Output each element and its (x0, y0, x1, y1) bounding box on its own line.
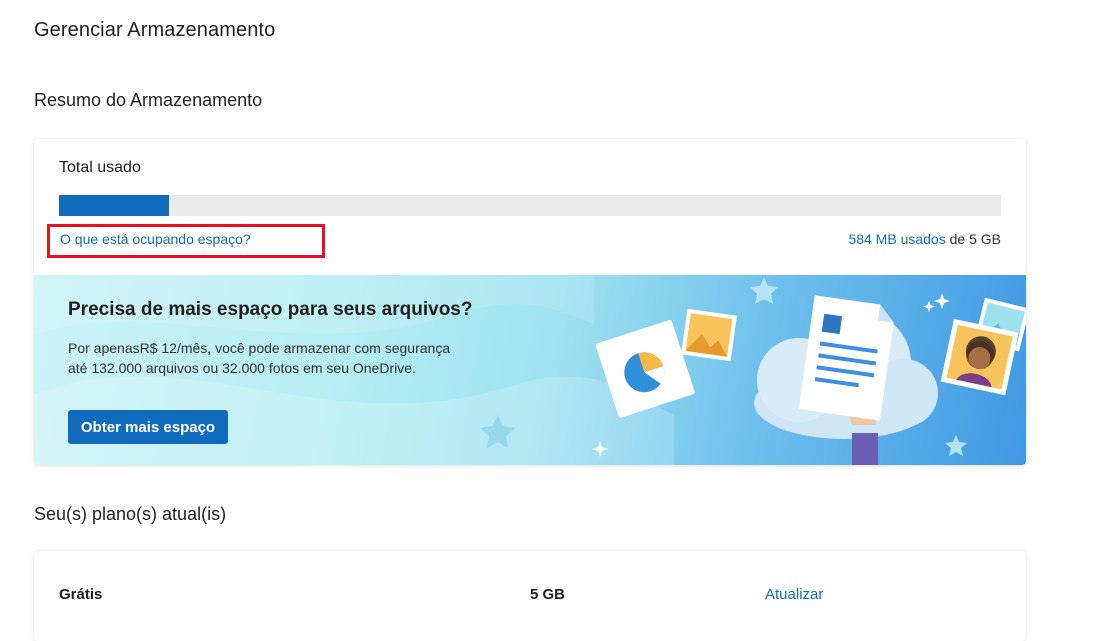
total-capacity-text: de 5 GB (945, 231, 1001, 247)
promo-description: Por apenasR$ 12/mês, você pode armazenar… (68, 340, 451, 376)
sparkle-icon (923, 301, 935, 312)
page-title: Gerenciar Armazenamento (34, 19, 276, 41)
storage-progress-fill (59, 195, 170, 216)
promo-heading: Precisa de mais espaço para seus arquivo… (68, 299, 473, 320)
used-amount-link[interactable]: 584 MB usados (848, 231, 945, 247)
storage-progress-bar (59, 195, 1001, 216)
photo-icon (681, 308, 737, 362)
avatar-photo-icon (940, 297, 1026, 396)
plan-storage-size: 5 GB (530, 586, 566, 603)
what-is-using-space-link[interactable]: O que está ocupando espaço? (60, 231, 251, 247)
get-more-space-button[interactable]: Obter mais espaço (68, 410, 228, 444)
storage-usage-text: 584 MB usados de 5 GB (848, 231, 1001, 247)
total-used-label: Total usado (59, 159, 141, 176)
document-icon (798, 295, 894, 421)
current-plans-heading: Seu(s) plano(s) atual(is) (34, 504, 227, 524)
storage-summary-card: Total usado O que está ocupando espaço? … (34, 139, 1026, 465)
promo-illustration (595, 277, 1026, 465)
upgrade-link[interactable]: Atualizar (765, 586, 823, 603)
sparkle-icon (934, 293, 950, 309)
storage-summary-heading: Resumo do Armazenamento (34, 90, 263, 110)
current-plans-card: Grátis 5 GB Atualizar (34, 551, 1026, 641)
plan-name: Grátis (59, 586, 103, 603)
star-icon (945, 435, 967, 456)
pie-chart-icon (595, 319, 695, 418)
star-icon (750, 277, 778, 304)
upgrade-promo-banner: Precisa de mais espaço para seus arquivo… (34, 275, 1026, 465)
